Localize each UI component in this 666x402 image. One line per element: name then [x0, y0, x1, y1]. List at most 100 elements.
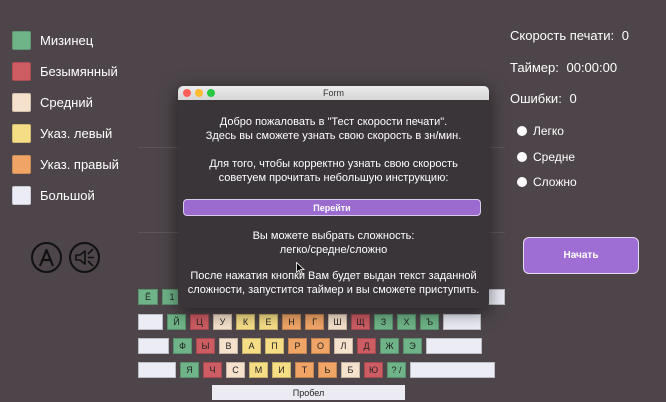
go-button[interactable]: Перейти	[183, 199, 481, 216]
key[interactable]: Е	[259, 314, 278, 330]
key[interactable]: Ч	[203, 362, 222, 378]
legend-swatch	[12, 31, 31, 50]
space-key[interactable]: Пробел	[212, 385, 405, 400]
start-button[interactable]: Начать	[523, 237, 639, 274]
speed-value: 0	[621, 28, 629, 43]
difficulty-hard-radio[interactable]: Сложно	[517, 175, 577, 189]
key[interactable]: И	[272, 362, 291, 378]
difficulty-medium-radio[interactable]: Средне	[517, 150, 575, 164]
welcome-line: Здесь вы сможете узнать свою скорость в …	[205, 130, 462, 142]
key[interactable]: Ю	[364, 362, 383, 378]
legend-label: Большой	[40, 188, 95, 203]
legend-swatch	[12, 62, 31, 81]
after-start-line: сложности, запустится таймер и вы сможет…	[187, 284, 480, 296]
modifier-key[interactable]	[138, 314, 163, 330]
key[interactable]: К	[236, 314, 255, 330]
accessibility-icon[interactable]	[31, 242, 62, 273]
legend-item-middle: Средний	[12, 87, 119, 118]
key[interactable]: Л	[334, 338, 353, 354]
key[interactable]: Ы	[196, 338, 215, 354]
legend-label: Указ. правый	[40, 157, 119, 172]
modifier-key[interactable]	[443, 314, 481, 330]
maximize-window-icon[interactable]	[207, 89, 215, 97]
timer-value: 00:00:00	[566, 60, 618, 75]
key[interactable]: ? /	[387, 362, 406, 378]
radio-label: Средне	[533, 150, 576, 164]
legend-swatch	[12, 155, 31, 174]
modifier-key[interactable]	[426, 338, 482, 354]
key[interactable]: З	[374, 314, 393, 330]
difficulty-info-line: Вы можете выбрать сложность:	[252, 230, 415, 242]
modifier-key[interactable]	[410, 362, 495, 378]
key[interactable]: Щ	[351, 314, 370, 330]
legend-item-right-index: Указ. правый	[12, 149, 119, 180]
radio-indicator[interactable]	[517, 152, 527, 162]
key[interactable]: Т	[295, 362, 314, 378]
key[interactable]: Б	[341, 362, 360, 378]
legend-swatch	[12, 124, 31, 143]
key[interactable]: О	[311, 338, 330, 354]
key[interactable]: М	[249, 362, 268, 378]
legend-item-thumb: Большой	[12, 180, 119, 211]
modifier-key[interactable]	[138, 338, 169, 354]
key[interactable]: Н	[282, 314, 301, 330]
key[interactable]: Й	[167, 314, 186, 330]
legend-label: Безымянный	[40, 64, 118, 79]
timer-stat: Таймер: 00:00:00	[510, 60, 617, 75]
key[interactable]: У	[213, 314, 232, 330]
modifier-key[interactable]	[138, 362, 176, 378]
legend-label: Мизинец	[40, 33, 94, 48]
advice-line: Для того, чтобы корректно узнать свою ск…	[209, 158, 458, 170]
radio-indicator[interactable]	[517, 177, 527, 187]
key[interactable]: Ж	[380, 338, 399, 354]
after-start-line: После нажатия кнопки Вам будет выдан тек…	[190, 270, 477, 282]
key[interactable]: Э	[403, 338, 422, 354]
key[interactable]: С	[226, 362, 245, 378]
radio-label: Сложно	[533, 175, 577, 189]
instruction-dialog: Form Добро пожаловать в "Тест скорости п…	[178, 86, 489, 308]
errors-stat: Ошибки: 0	[510, 91, 577, 106]
key[interactable]: Д	[357, 338, 376, 354]
legend-swatch	[12, 186, 31, 205]
radio-label: Легко	[533, 124, 564, 138]
speed-label: Скорость печати:	[510, 28, 615, 43]
key[interactable]: Ф	[173, 338, 192, 354]
timer-label: Таймер:	[510, 60, 559, 75]
key[interactable]: Ц	[190, 314, 209, 330]
legend-label: Средний	[40, 95, 93, 110]
minimize-window-icon[interactable]	[195, 89, 203, 97]
key[interactable]: Ъ	[420, 314, 439, 330]
dialog-title: Form	[323, 88, 344, 98]
speed-stat: Скорость печати: 0	[510, 28, 629, 43]
after-start-text: После нажатия кнопки Вам будет выдан тек…	[178, 269, 489, 297]
modifier-key[interactable]	[488, 289, 505, 305]
difficulty-info-line: легко/средне/сложно	[279, 244, 388, 256]
close-window-icon[interactable]	[183, 89, 191, 97]
key[interactable]: В	[219, 338, 238, 354]
key[interactable]: Ё	[138, 289, 158, 305]
key[interactable]: А	[242, 338, 261, 354]
key[interactable]: Г	[305, 314, 324, 330]
key[interactable]: Р	[288, 338, 307, 354]
key[interactable]: Ш	[328, 314, 347, 330]
difficulty-info-text: Вы можете выбрать сложность: легко/средн…	[178, 229, 489, 257]
legend-item-left-index: Указ. левый	[12, 118, 119, 149]
key[interactable]: Х	[397, 314, 416, 330]
sound-icon[interactable]	[69, 242, 100, 273]
errors-label: Ошибки:	[510, 91, 562, 106]
advice-line: советуем прочитать небольшую инструкцию:	[218, 172, 449, 184]
mouse-cursor-icon	[296, 262, 305, 275]
difficulty-easy-radio[interactable]: Легко	[517, 124, 564, 138]
errors-value: 0	[569, 91, 577, 106]
radio-indicator[interactable]	[517, 126, 527, 136]
welcome-text: Добро пожаловать в "Тест скорости печати…	[178, 115, 489, 143]
key[interactable]: П	[265, 338, 284, 354]
key[interactable]: Я	[180, 362, 199, 378]
legend-swatch	[12, 93, 31, 112]
legend-item-ring: Безымянный	[12, 56, 119, 87]
advice-text: Для того, чтобы корректно узнать свою ск…	[178, 157, 489, 185]
legend-item-pinky: Мизинец	[12, 25, 119, 56]
welcome-line: Добро пожаловать в "Тест скорости печати…	[219, 116, 448, 128]
dialog-titlebar: Form	[178, 86, 489, 100]
key[interactable]: Ь	[318, 362, 337, 378]
